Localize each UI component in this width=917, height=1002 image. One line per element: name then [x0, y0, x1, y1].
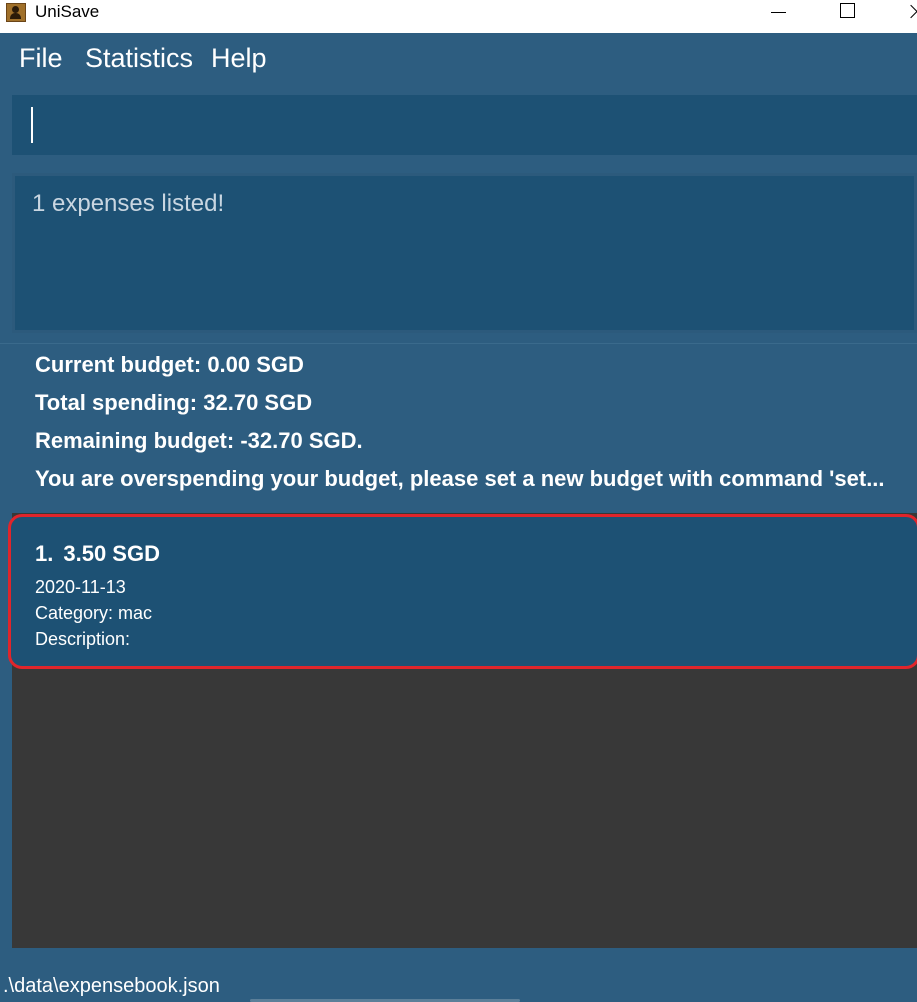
title-bar: UniSave	[0, 0, 917, 33]
overspending-warning: You are overspending your budget, please…	[35, 466, 885, 491]
expense-description: Description:	[35, 629, 131, 649]
result-message: 1 expenses listed!	[32, 190, 225, 217]
current-budget: Current budget: 0.00 SGD	[35, 352, 304, 377]
maximize-button[interactable]	[828, 0, 868, 25]
close-button[interactable]	[900, 0, 917, 25]
expense-title: 1. 3.50 SGD	[35, 541, 160, 567]
expense-category: Category: mac	[35, 603, 153, 623]
menu-bar: File Statistics Help	[0, 33, 917, 85]
minimize-button[interactable]	[758, 0, 798, 25]
window-title: UniSave	[35, 2, 100, 21]
command-box	[12, 95, 917, 157]
menu-help[interactable]: Help	[211, 43, 267, 74]
text-caret	[31, 107, 33, 143]
budget-panel: Current budget: 0.00 SGD Total spending:…	[0, 343, 917, 494]
expense-card[interactable]: 1. 3.50 SGD 2020-11-13 Category: mac Desc…	[8, 514, 917, 669]
status-bar: .\data\expensebook.json	[0, 968, 917, 1002]
expense-amount: 3.50 SGD	[63, 541, 160, 566]
remaining-budget: Remaining budget: -32.70 SGD.	[35, 428, 363, 453]
expense-list[interactable]: 1. 3.50 SGD 2020-11-13 Category: mac Desc…	[8, 503, 917, 948]
list-header-strip	[12, 503, 917, 513]
menu-statistics[interactable]: Statistics	[85, 43, 193, 74]
expense-date: 2020-11-13	[35, 577, 126, 597]
total-spending: Total spending: 32.70 SGD	[35, 390, 313, 415]
expense-index: 1.	[35, 541, 54, 566]
menu-file[interactable]: File	[19, 43, 63, 74]
app-icon	[6, 3, 26, 22]
result-display: 1 expenses listed!	[12, 173, 917, 333]
save-file-path: .\data\expensebook.json	[3, 975, 220, 997]
command-input[interactable]	[38, 95, 902, 157]
